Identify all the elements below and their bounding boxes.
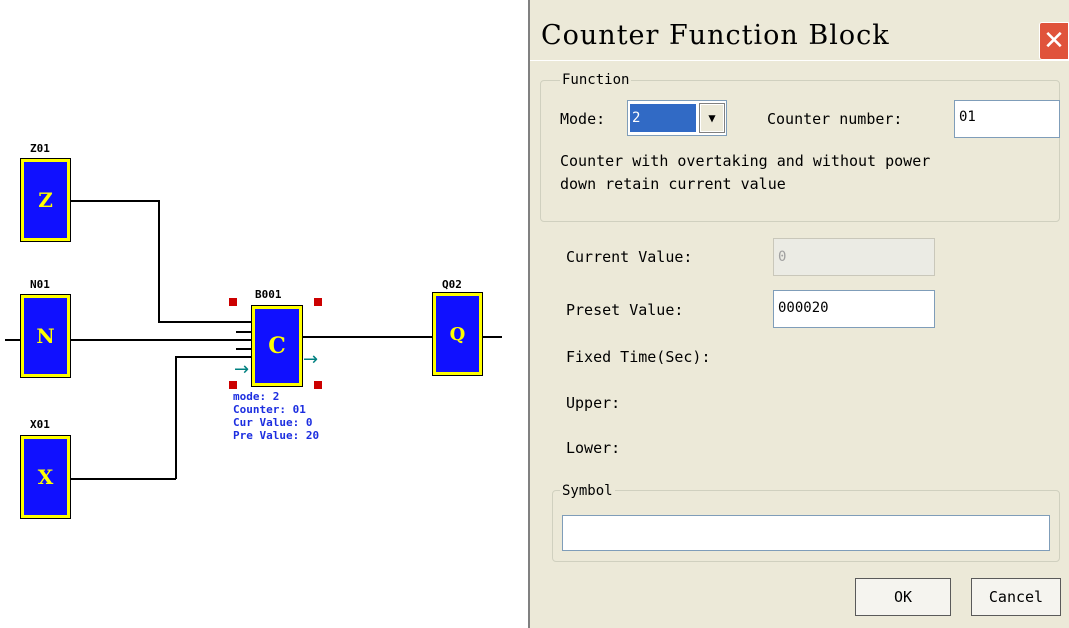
- close-icon: ✕: [1043, 26, 1065, 56]
- block-label-b001: B001: [255, 288, 282, 301]
- ok-button[interactable]: OK: [855, 578, 951, 616]
- block-b001-counter[interactable]: C: [251, 305, 303, 387]
- current-value-input: 0: [773, 238, 935, 276]
- selection-handle-top-right[interactable]: [314, 298, 322, 306]
- selection-handle-bottom-left[interactable]: [229, 381, 237, 389]
- block-letter: C: [268, 333, 286, 359]
- block-q02[interactable]: Q: [432, 292, 483, 376]
- info-pre-value: Pre Value: 20: [233, 429, 320, 442]
- fixed-time-label: Fixed Time(Sec):: [566, 348, 711, 366]
- mode-description-line1: Counter with overtaking and without powe…: [560, 152, 931, 170]
- block-label-z01: Z01: [30, 142, 50, 155]
- lower-label: Lower:: [566, 439, 621, 457]
- wire-q-out: [482, 336, 502, 338]
- count-arrow-icon: →: [234, 359, 250, 380]
- block-label-n01: N01: [30, 278, 50, 291]
- function-group-legend: Function: [560, 72, 632, 88]
- selection-handle-bottom-right[interactable]: [314, 381, 322, 389]
- symbol-group-legend: Symbol: [560, 483, 615, 499]
- block-x01[interactable]: X: [20, 435, 71, 519]
- block-n01[interactable]: N: [20, 294, 71, 378]
- symbol-input[interactable]: [562, 515, 1050, 551]
- cancel-button[interactable]: Cancel: [971, 578, 1061, 616]
- wire-z-to-c: [158, 200, 160, 322]
- mode-select[interactable]: 2 ▼: [627, 100, 727, 136]
- wire-x-to-c: [70, 478, 176, 480]
- close-button[interactable]: ✕: [1039, 22, 1069, 60]
- info-cur-value: Cur Value: 0: [233, 416, 313, 429]
- counter-function-dialog: Counter Function Block ✕ Function Mode: …: [528, 0, 1069, 628]
- counter-number-label: Counter number:: [767, 110, 903, 128]
- preset-value-label: Preset Value:: [566, 301, 684, 319]
- mode-selected-value: 2: [630, 104, 696, 132]
- dropdown-arrow-icon[interactable]: ▼: [699, 103, 725, 133]
- block-letter: Z: [38, 188, 53, 212]
- wire-n-to-c: [70, 339, 254, 341]
- mode-label: Mode:: [560, 110, 606, 128]
- wire-z-to-c: [158, 321, 254, 323]
- info-counter: Counter: 01: [233, 403, 306, 416]
- counter-number-input[interactable]: 01: [954, 100, 1060, 138]
- block-label-x01: X01: [30, 418, 50, 431]
- wire-x-to-c: [175, 356, 254, 358]
- counter-info: mode: 2 Counter: 01 Cur Value: 0 Pre Val…: [233, 390, 319, 442]
- direction-arrow-icon: →: [303, 349, 319, 370]
- preset-value-input[interactable]: 000020: [773, 290, 935, 328]
- wire-c-to-q: [300, 336, 435, 338]
- diagram-canvas[interactable]: Z01 Z N01 N X01 X B001 C → → mode: 2 Cou…: [0, 0, 528, 628]
- block-letter: X: [37, 465, 54, 489]
- block-z01[interactable]: Z: [20, 158, 71, 242]
- wire-x-to-c: [175, 356, 177, 479]
- info-mode: mode: 2: [233, 390, 280, 403]
- dialog-title: Counter Function Block: [541, 20, 890, 51]
- block-label-q02: Q02: [442, 278, 462, 291]
- wire-z-to-c: [70, 200, 159, 202]
- block-letter: N: [36, 324, 55, 348]
- mode-description-line2: down retain current value: [560, 175, 786, 193]
- upper-label: Upper:: [566, 394, 621, 412]
- selection-handle-top-left[interactable]: [229, 298, 237, 306]
- current-value-label: Current Value:: [566, 248, 693, 266]
- block-letter: Q: [449, 323, 466, 345]
- dialog-titlebar[interactable]: Counter Function Block ✕: [530, 0, 1069, 61]
